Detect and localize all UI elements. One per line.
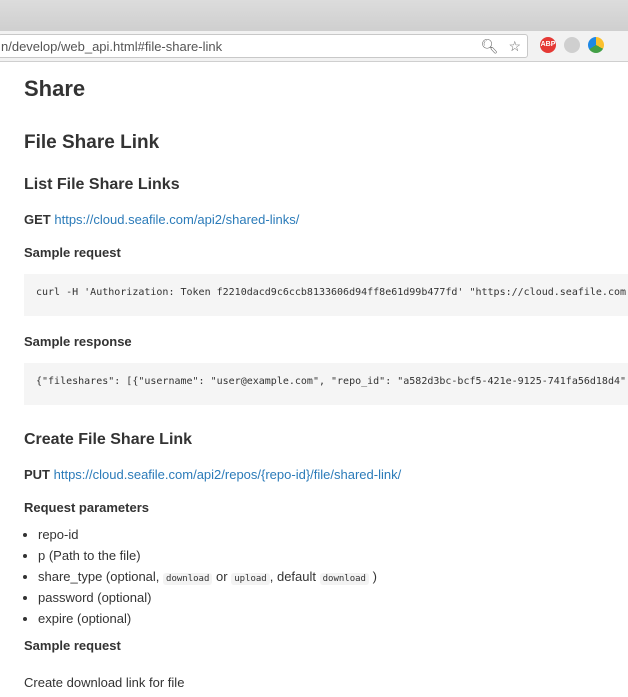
url-text[interactable]: n/develop/web_api.html#file-share-link [1,39,222,54]
param-item: repo-id [38,527,628,542]
adblock-icon[interactable]: ABP [540,37,556,53]
param-text: ) [372,569,377,584]
param-item: share_type (optional, download or upload… [38,569,628,585]
address-bar: n/develop/web_api.html#file-share-link 🔍… [0,31,628,62]
create-link-title: Create File Share Link [24,431,193,448]
endpoint-link[interactable]: https://cloud.seafile.com/api2/repos/{re… [54,467,402,482]
section-title: File Share Link [24,132,160,153]
inline-code: download [163,573,213,585]
param-item: p (Path to the file) [38,548,628,563]
params-list: repo-id p (Path to the file) share_type … [24,527,628,626]
browser-tab-bar [0,0,628,31]
http-method: GET [24,212,51,227]
http-method: PUT [24,467,50,482]
inline-code: upload [231,573,270,585]
star-icon[interactable]: ☆ [508,38,521,54]
param-text: or [216,569,228,584]
sample-response-label: Sample response [24,334,132,349]
inline-code: download [319,573,369,585]
param-text: share_type (optional, [38,569,160,584]
param-item: password (optional) [38,590,628,605]
endpoint-link[interactable]: https://cloud.seafile.com/api2/shared-li… [54,212,299,227]
list-endpoint: GET https://cloud.seafile.com/api2/share… [24,212,628,227]
param-text: , default [269,569,316,584]
create-endpoint: PUT https://cloud.seafile.com/api2/repos… [24,467,628,482]
param-item: expire (optional) [38,611,628,626]
request-params-label: Request parameters [24,500,149,515]
list-links-title: List File Share Links [24,176,180,193]
sample-response-code: {"fileshares": [{"username": "user@examp… [24,363,628,405]
magnifier-icon[interactable]: 🔍︎ [481,38,499,54]
extension-color-icon[interactable] [588,37,604,53]
url-field[interactable]: n/develop/web_api.html#file-share-link 🔍… [0,34,528,58]
sample-request-label: Sample request [24,638,121,653]
extension-icon[interactable] [564,37,580,53]
page-title: Share [24,76,86,101]
doc-content: Share File Share Link List File Share Li… [24,62,628,690]
sample-request-code: curl -H 'Authorization: Token f2210dacd9… [24,274,628,316]
sample-request-label: Sample request [24,245,121,260]
sample-request-desc: Create download link for file [24,675,185,690]
